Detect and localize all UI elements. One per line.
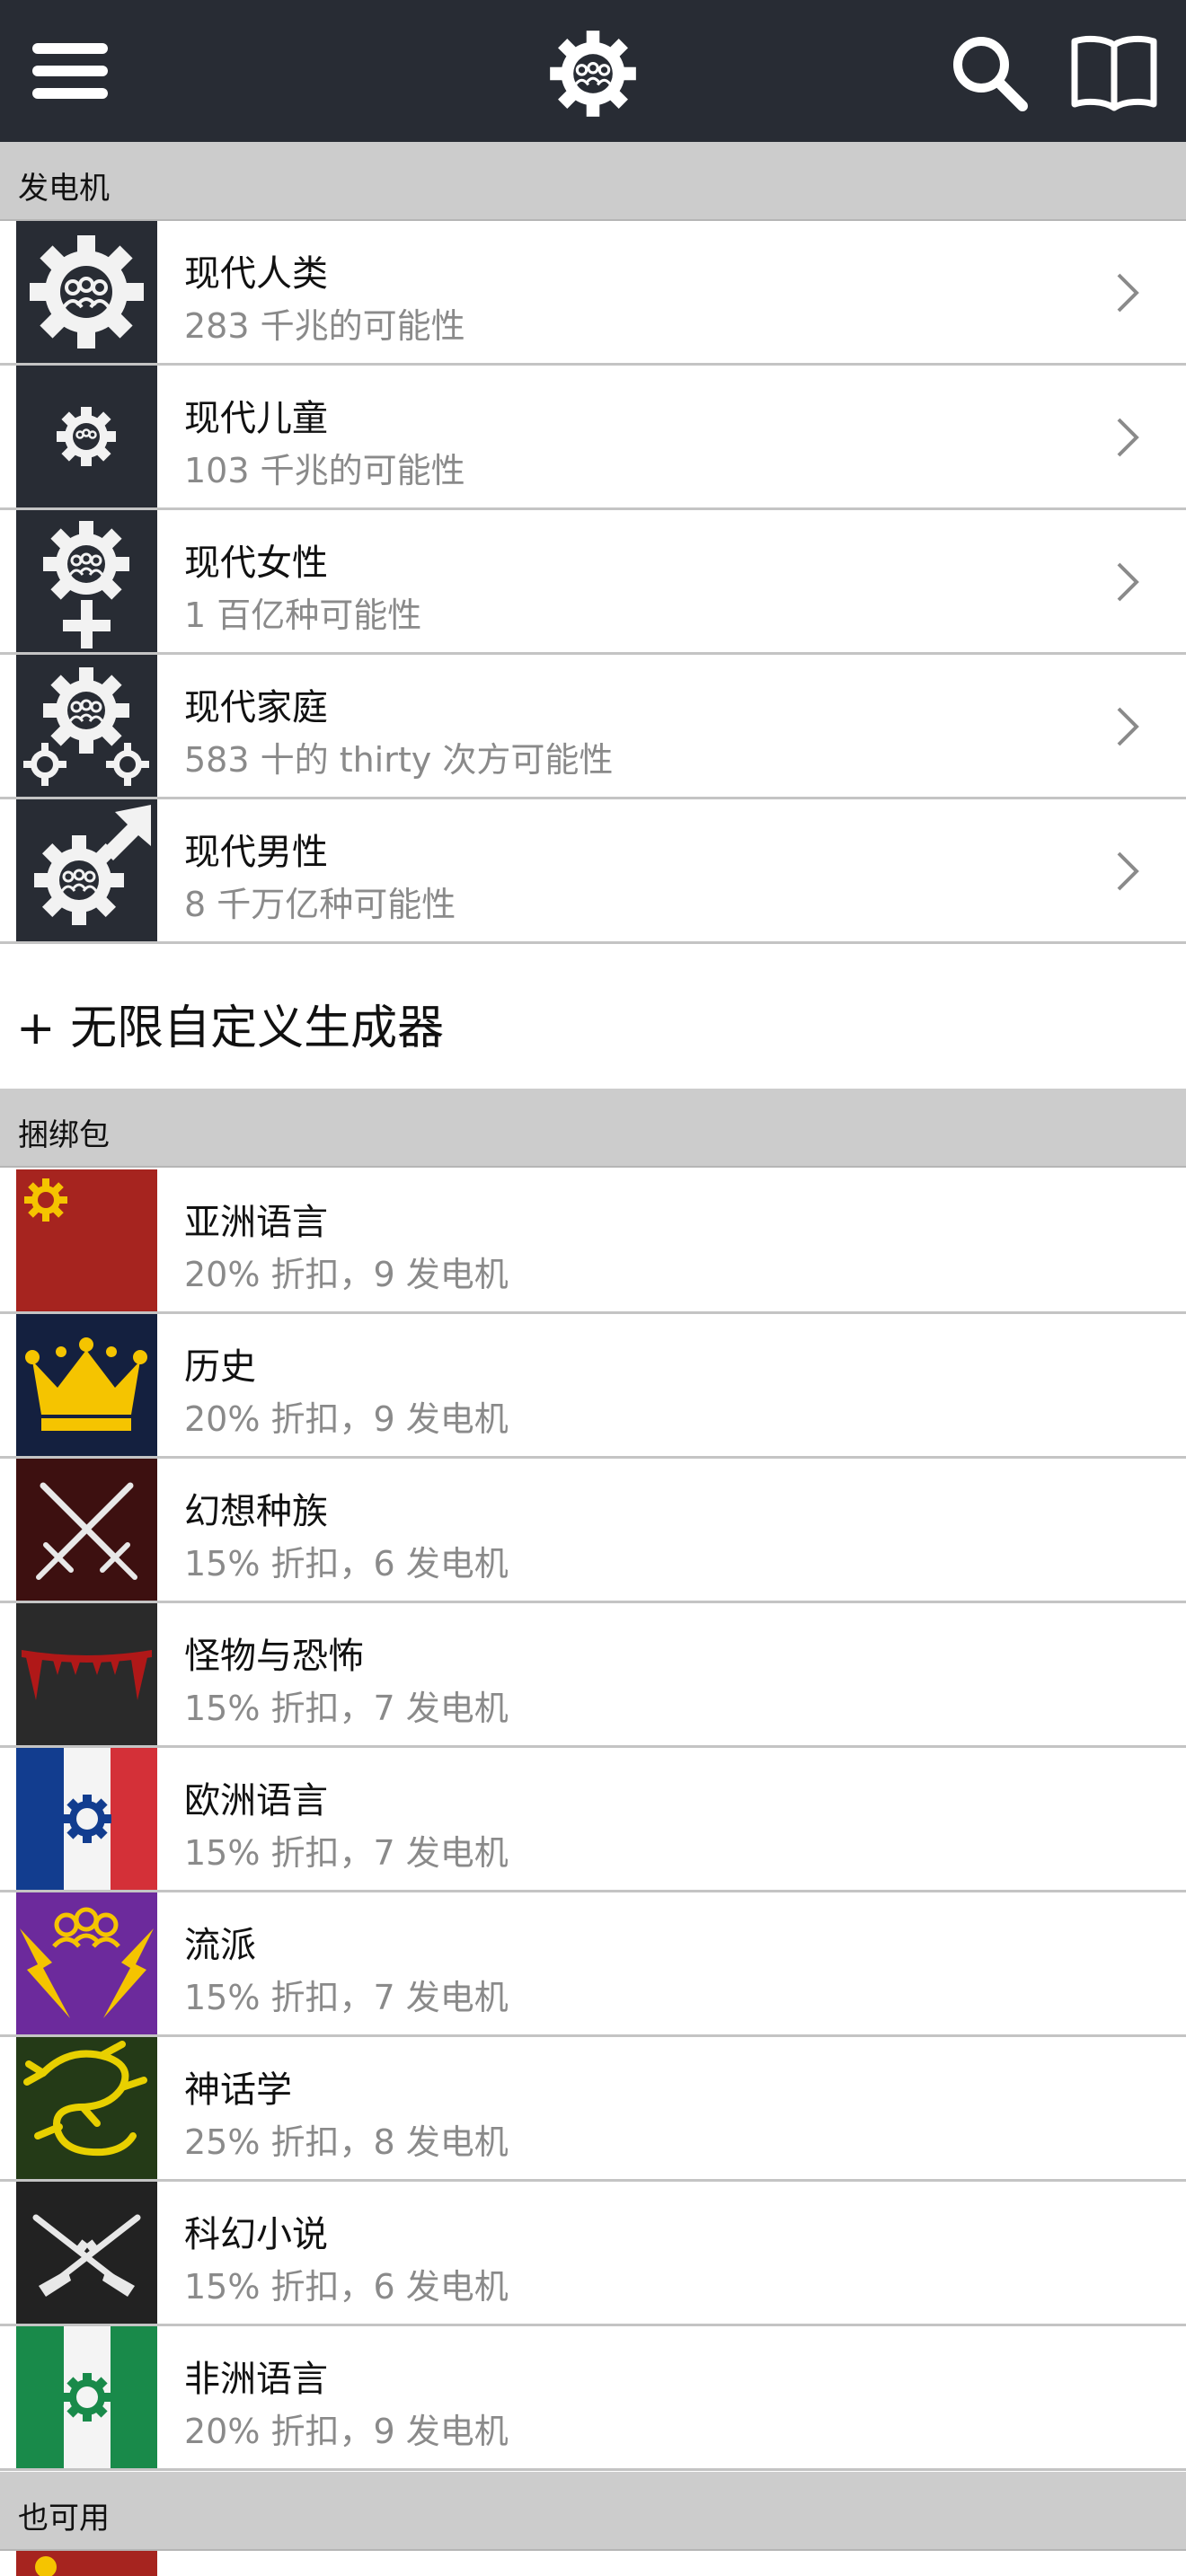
row-title: 怪物与恐怖 <box>184 1636 364 1677</box>
section-header-bundles: 捆绑包 <box>0 1089 1186 1168</box>
european-flag-icon <box>16 1748 157 1890</box>
row-title: 现代男性 <box>184 832 328 873</box>
row-subtitle: 283 千兆的可能性 <box>184 306 465 346</box>
gear-logo-icon[interactable] <box>546 27 640 120</box>
row-title: 亚洲语言 <box>184 1202 328 1243</box>
row-title: 历史 <box>184 1346 256 1388</box>
book-icon[interactable] <box>1069 34 1159 111</box>
row-subtitle: 15% 折扣，6 发电机 <box>184 2267 509 2307</box>
row-title: 科幻小说 <box>184 2214 328 2255</box>
small-gear-icon <box>16 366 157 507</box>
row-subtitle: 1 百亿种可能性 <box>184 595 422 635</box>
section-header-generators: 发电机 <box>0 142 1186 221</box>
generator-row-women[interactable]: 现代女性 1 百亿种可能性 <box>0 510 1186 655</box>
row-title: 非洲语言 <box>184 2359 328 2400</box>
crossed-swords-icon <box>16 1459 157 1601</box>
chevron-right-icon <box>1117 273 1139 313</box>
section-title: 发电机 <box>18 171 110 207</box>
bundle-row-history[interactable]: 历史 20% 折扣，9 发电机 <box>0 1314 1186 1459</box>
female-gear-icon <box>16 510 157 652</box>
row-subtitle: 20% 折扣，9 发电机 <box>184 1255 509 1294</box>
family-gears-icon <box>16 655 157 797</box>
male-gear-icon <box>16 799 157 941</box>
chevron-right-icon <box>1117 562 1139 602</box>
row-title: 现代人类 <box>184 253 328 295</box>
partial-row[interactable] <box>0 2551 1186 2576</box>
dragon-icon <box>16 2037 157 2179</box>
generator-row-children[interactable]: 现代儿童 103 千兆的可能性 <box>0 366 1186 510</box>
row-subtitle: 20% 折扣，9 发电机 <box>184 2412 509 2451</box>
menu-icon[interactable] <box>27 40 113 102</box>
row-subtitle: 25% 折扣，8 发电机 <box>184 2122 509 2162</box>
row-subtitle: 583 十的 thirty 次方可能性 <box>184 740 614 780</box>
custom-generator-button[interactable]: + 无限自定义生成器 <box>0 945 1186 1089</box>
row-subtitle: 15% 折扣，7 发电机 <box>184 1833 509 1873</box>
row-title: 流派 <box>184 1925 256 1966</box>
crossed-rifles-icon <box>16 2182 157 2324</box>
row-title: 欧洲语言 <box>184 1780 328 1822</box>
section-title: 捆绑包 <box>18 1117 110 1153</box>
generator-row-humans[interactable]: 现代人类 283 千兆的可能性 <box>0 221 1186 366</box>
generator-row-men[interactable]: 现代男性 8 千万亿种可能性 <box>0 799 1186 944</box>
row-subtitle: 103 千兆的可能性 <box>184 451 465 490</box>
bundle-row-genres[interactable]: 流派 15% 折扣，7 发电机 <box>0 1892 1186 2037</box>
custom-generator-label: + 无限自定义生成器 <box>16 1001 445 1055</box>
section-title: 也可用 <box>18 2501 110 2536</box>
crown-icon <box>16 1314 157 1456</box>
bundle-row-mythology[interactable]: 神话学 25% 折扣，8 发电机 <box>0 2037 1186 2182</box>
row-title: 现代家庭 <box>184 687 328 728</box>
bundle-row-fantasy-races[interactable]: 幻想种族 15% 折扣，6 发电机 <box>0 1459 1186 1603</box>
bundle-row-monsters[interactable]: 怪物与恐怖 15% 折扣，7 发电机 <box>0 1603 1186 1748</box>
row-subtitle: 15% 折扣，7 发电机 <box>184 1978 509 2017</box>
row-subtitle: 15% 折扣，7 发电机 <box>184 1689 509 1728</box>
generator-row-families[interactable]: 现代家庭 583 十的 thirty 次方可能性 <box>0 655 1186 799</box>
fangs-icon <box>16 1603 157 1745</box>
asian-flag-icon <box>16 1169 157 1311</box>
lightning-icon <box>16 1892 157 2034</box>
bundle-row-asian-languages[interactable]: 亚洲语言 20% 折扣，9 发电机 <box>0 1169 1186 1314</box>
row-subtitle: 15% 折扣，6 发电机 <box>184 1544 509 1584</box>
asian-flag-icon <box>16 2551 157 2576</box>
top-bar <box>0 0 1186 142</box>
bundle-row-african-languages[interactable]: 非洲语言 20% 折扣，9 发电机 <box>0 2326 1186 2471</box>
row-title: 现代女性 <box>184 543 328 584</box>
row-subtitle: 20% 折扣，9 发电机 <box>184 1399 509 1439</box>
chevron-right-icon <box>1117 707 1139 746</box>
bundle-row-science-fiction[interactable]: 科幻小说 15% 折扣，6 发电机 <box>0 2182 1186 2326</box>
gear-people-icon <box>16 221 157 363</box>
row-title: 幻想种族 <box>184 1491 328 1532</box>
section-header-also-available: 也可用 <box>0 2472 1186 2551</box>
african-flag-icon <box>16 2326 157 2468</box>
row-subtitle: 8 千万亿种可能性 <box>184 885 456 924</box>
row-title: 现代儿童 <box>184 398 328 439</box>
chevron-right-icon <box>1117 418 1139 457</box>
search-icon[interactable] <box>949 32 1030 113</box>
row-title: 神话学 <box>184 2069 292 2111</box>
chevron-right-icon <box>1117 851 1139 891</box>
bundle-row-european-languages[interactable]: 欧洲语言 15% 折扣，7 发电机 <box>0 1748 1186 1892</box>
